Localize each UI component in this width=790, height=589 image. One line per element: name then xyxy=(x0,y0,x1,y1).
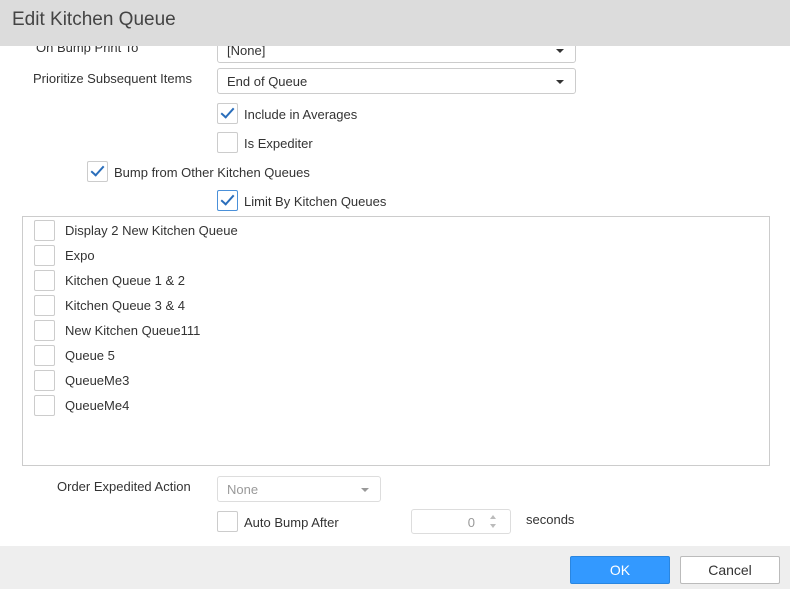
prioritize-subsequent-items-select[interactable]: End of Queue xyxy=(217,68,576,94)
kitchen-queue-checkbox[interactable] xyxy=(34,320,55,341)
is-expediter-label: Is Expediter xyxy=(244,136,313,151)
kitchen-queue-checkbox[interactable] xyxy=(34,220,55,241)
seconds-unit-label: seconds xyxy=(526,512,575,527)
spinner-up-icon[interactable] xyxy=(490,515,496,519)
kitchen-queue-label: QueueMe3 xyxy=(65,373,130,388)
on-bump-print-to-label: On Bump Print To xyxy=(36,46,139,55)
spinner-down-icon[interactable] xyxy=(490,524,496,528)
order-expedited-action-select[interactable]: None xyxy=(217,476,381,502)
kitchen-queue-label: New Kitchen Queue111 xyxy=(65,323,201,338)
kitchen-queue-checkbox[interactable] xyxy=(34,395,55,416)
prioritize-subsequent-items-label: Prioritize Subsequent Items xyxy=(33,71,192,86)
list-item[interactable]: New Kitchen Queue111 xyxy=(34,320,434,342)
order-expedited-action-value: None xyxy=(227,482,259,497)
kitchen-queue-checkbox[interactable] xyxy=(34,345,55,366)
on-bump-print-to-select[interactable]: [None] xyxy=(217,46,576,63)
kitchen-queue-label: QueueMe4 xyxy=(65,398,130,413)
chevron-down-icon xyxy=(556,49,564,53)
order-expedited-action-label: Order Expedited Action xyxy=(57,479,191,494)
list-item[interactable]: Kitchen Queue 1 & 2 xyxy=(34,270,434,292)
list-item[interactable]: Expo xyxy=(34,245,434,267)
kitchen-queue-label: Kitchen Queue 1 & 2 xyxy=(65,273,185,288)
limit-by-kitchen-queues-checkbox[interactable] xyxy=(217,190,238,211)
auto-bump-after-checkbox[interactable] xyxy=(217,511,238,532)
kitchen-queues-list[interactable]: Display 2 New Kitchen Queue Expo Kitchen… xyxy=(22,216,770,466)
kitchen-queue-label: Queue 5 xyxy=(65,348,115,363)
list-item[interactable]: Kitchen Queue 3 & 4 xyxy=(34,295,434,317)
on-bump-print-to-value: [None] xyxy=(227,46,266,58)
include-in-averages-label: Include in Averages xyxy=(244,107,358,122)
auto-bump-after-label: Auto Bump After xyxy=(244,515,339,530)
list-item[interactable]: QueueMe3 xyxy=(34,370,434,392)
list-item[interactable]: Display 2 New Kitchen Queue xyxy=(34,220,434,242)
list-item[interactable]: QueueMe4 xyxy=(34,395,434,417)
kitchen-queue-label: Kitchen Queue 3 & 4 xyxy=(65,298,185,313)
auto-bump-seconds-input[interactable]: 0 xyxy=(411,509,511,534)
kitchen-queue-label: Expo xyxy=(65,248,95,263)
checkmark-icon xyxy=(220,104,235,119)
kitchen-queue-checkbox[interactable] xyxy=(34,270,55,291)
list-item[interactable]: Queue 5 xyxy=(34,345,434,367)
auto-bump-seconds-value: 0 xyxy=(467,515,475,530)
checkmark-icon xyxy=(220,191,235,206)
kitchen-queue-label: Display 2 New Kitchen Queue xyxy=(65,223,238,238)
is-expediter-checkbox[interactable] xyxy=(217,132,238,153)
dialog-titlebar: Edit Kitchen Queue xyxy=(0,0,790,46)
dialog-body[interactable]: On Bump Print To [None] Prioritize Subse… xyxy=(0,46,790,546)
ok-button[interactable]: OK xyxy=(570,556,670,584)
prioritize-subsequent-items-value: End of Queue xyxy=(227,74,308,89)
chevron-down-icon xyxy=(361,488,369,492)
include-in-averages-checkbox[interactable] xyxy=(217,103,238,124)
bump-from-other-kitchen-queues-label: Bump from Other Kitchen Queues xyxy=(114,165,310,180)
chevron-down-icon xyxy=(556,80,564,84)
dialog-footer: OK Cancel xyxy=(0,546,790,589)
kitchen-queue-checkbox[interactable] xyxy=(34,370,55,391)
dialog-title: Edit Kitchen Queue xyxy=(12,9,176,30)
checkmark-icon xyxy=(90,162,105,177)
cancel-button[interactable]: Cancel xyxy=(680,556,780,584)
bump-from-other-kitchen-queues-checkbox[interactable] xyxy=(87,161,108,182)
kitchen-queue-checkbox[interactable] xyxy=(34,245,55,266)
limit-by-kitchen-queues-label: Limit By Kitchen Queues xyxy=(244,194,387,209)
kitchen-queue-checkbox[interactable] xyxy=(34,295,55,316)
